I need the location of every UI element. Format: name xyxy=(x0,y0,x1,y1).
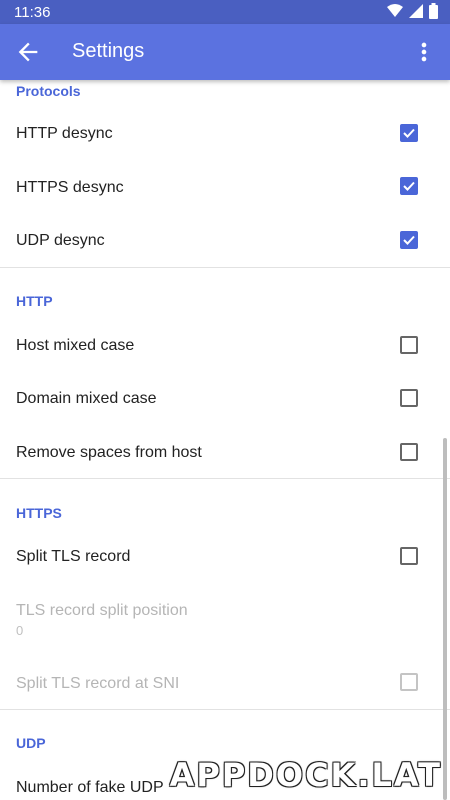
status-bar: 11:36 xyxy=(0,0,450,24)
pref-label: TLS record split position xyxy=(16,602,188,619)
pref-label: Remove spaces from host xyxy=(16,444,202,461)
status-time: 11:36 xyxy=(14,4,51,21)
checkbox-host-mixed-case[interactable] xyxy=(400,336,418,354)
pref-label: Domain mixed case xyxy=(16,390,157,407)
settings-list[interactable]: Protocols HTTP desync HTTPS desync UDP d… xyxy=(0,80,450,800)
checkbox-http-desync[interactable] xyxy=(400,124,418,142)
pref-label: Number of fake UDP xyxy=(16,779,164,796)
status-icons xyxy=(387,3,438,19)
section-title-https: HTTPS xyxy=(16,505,62,521)
wifi-icon xyxy=(387,4,403,17)
pref-label: HTTP desync xyxy=(16,125,113,142)
divider xyxy=(0,709,450,710)
scrollbar[interactable] xyxy=(443,438,447,800)
battery-icon xyxy=(429,3,438,19)
divider xyxy=(0,267,450,268)
section-title-protocols: Protocols xyxy=(16,83,81,99)
pref-summary: 0 xyxy=(16,623,24,638)
check-icon xyxy=(403,235,415,245)
pref-label: Host mixed case xyxy=(16,337,135,354)
section-title-udp: UDP xyxy=(16,735,46,751)
more-vert-icon[interactable] xyxy=(410,38,438,66)
pref-label: Split TLS record xyxy=(16,548,131,565)
app-bar: Settings xyxy=(0,24,450,80)
pref-label: UDP desync xyxy=(16,232,105,249)
check-icon xyxy=(403,128,415,138)
checkbox-remove-spaces[interactable] xyxy=(400,443,418,461)
section-title-http: HTTP xyxy=(16,293,53,309)
arrow-back-icon[interactable] xyxy=(14,38,42,66)
divider xyxy=(0,478,450,479)
pref-label: Split TLS record at SNI xyxy=(16,675,180,692)
signal-icon xyxy=(409,4,423,18)
checkbox-https-desync[interactable] xyxy=(400,177,418,195)
pref-label: HTTPS desync xyxy=(16,179,124,196)
watermark-text: APPDOCK.LAT xyxy=(169,756,442,794)
checkbox-udp-desync[interactable] xyxy=(400,231,418,249)
checkbox-domain-mixed-case[interactable] xyxy=(400,389,418,407)
page-title: Settings xyxy=(72,40,145,62)
checkbox-split-tls-record[interactable] xyxy=(400,547,418,565)
check-icon xyxy=(403,181,415,191)
checkbox-split-tls-sni xyxy=(400,673,418,691)
